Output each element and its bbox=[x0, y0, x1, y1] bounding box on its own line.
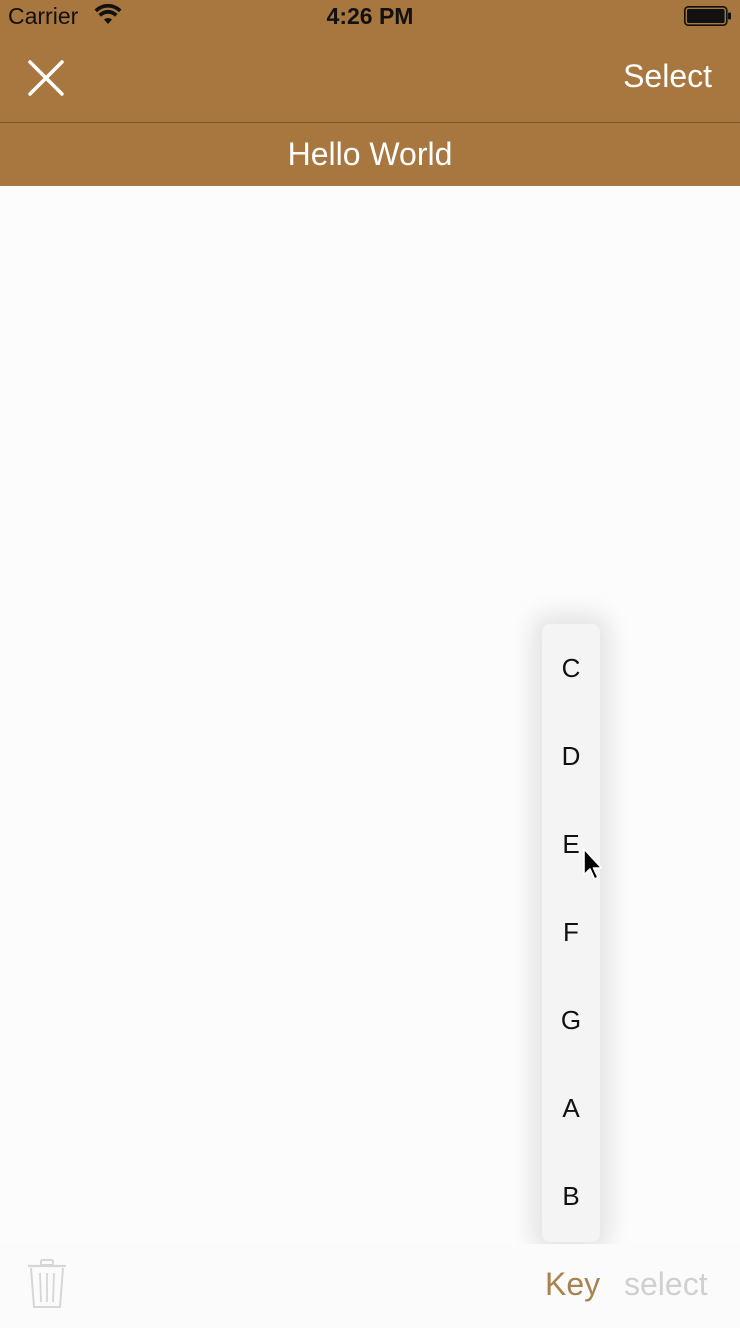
index-item-c[interactable]: C bbox=[542, 638, 600, 698]
index-item-d[interactable]: D bbox=[542, 726, 600, 786]
page-title: Hello World bbox=[287, 136, 453, 172]
index-item-f[interactable]: F bbox=[542, 902, 600, 962]
navigation-bar: Select bbox=[0, 40, 740, 122]
battery-icon bbox=[684, 6, 731, 26]
title-bar: Hello World bbox=[0, 123, 740, 186]
index-strip[interactable]: C D E F G A B bbox=[542, 624, 600, 1242]
select-button[interactable]: select bbox=[624, 1266, 708, 1303]
mouse-pointer-icon bbox=[583, 848, 603, 880]
index-item-g[interactable]: G bbox=[542, 990, 600, 1050]
index-item-a[interactable]: A bbox=[542, 1078, 600, 1138]
status-bar: Carrier 4:26 PM bbox=[0, 0, 740, 40]
close-button[interactable] bbox=[22, 54, 72, 104]
index-item-b[interactable]: B bbox=[542, 1166, 600, 1226]
trash-button[interactable] bbox=[26, 1258, 68, 1310]
nav-select-button[interactable]: Select bbox=[623, 58, 712, 95]
close-icon bbox=[28, 60, 64, 96]
status-time: 4:26 PM bbox=[326, 3, 414, 29]
bottom-toolbar: Key select bbox=[0, 1244, 740, 1328]
app-screen: Carrier 4:26 PM Select Hello World C D E bbox=[0, 0, 740, 1328]
key-button[interactable]: Key bbox=[545, 1266, 600, 1303]
trash-icon bbox=[28, 1259, 66, 1308]
